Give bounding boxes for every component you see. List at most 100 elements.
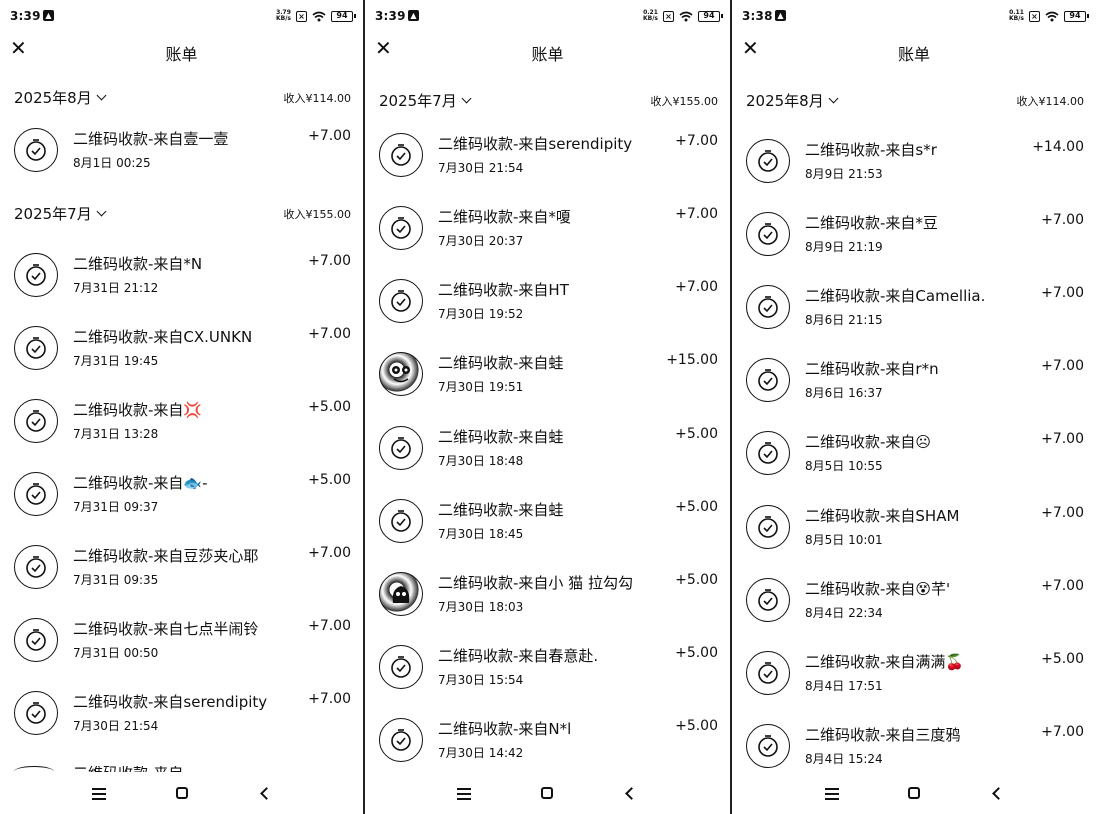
month-selector[interactable]: 2025年7月 (379, 90, 472, 111)
transaction-date: 7月31日 09:37 (73, 500, 159, 514)
qr-payment-icon (758, 369, 778, 391)
month-selector[interactable]: 2025年8月 (14, 87, 107, 108)
network-speed: 0.21 KB/s (643, 9, 658, 22)
qr-payment-icon (758, 516, 778, 538)
avatar (746, 285, 790, 329)
transaction-row[interactable]: 二维码收款-来自💢 7月31日 13:28 +5.00 (0, 399, 363, 459)
notification-icon: ▲ (43, 10, 54, 21)
transaction-amount: +7.00 (308, 545, 351, 561)
month-income: 收入¥114.00 (283, 92, 352, 105)
month-selector[interactable]: 2025年7月 (14, 203, 107, 224)
month-income: 收入¥114.00 (1016, 95, 1085, 108)
transaction-row[interactable]: 二维码收款-来自serendipity 7月30日 21:54 +7.00 (0, 691, 363, 751)
transaction-row[interactable]: 二维码收款-来自蛙 7月30日 18:45 +5.00 (365, 499, 730, 559)
transaction-date: 7月30日 14:42 (438, 746, 524, 760)
transaction-row[interactable]: 二维码收款-来自壹一壹 8月1日 00:25 +7.00 (0, 128, 363, 188)
sim-off-icon: × (1029, 10, 1040, 22)
transaction-row[interactable]: 二维码收款-来自*豆 8月9日 21:19 +7.00 (732, 212, 1096, 272)
qr-payment-icon (26, 410, 46, 432)
transaction-amount: +5.00 (675, 645, 718, 661)
chevron-down-icon (96, 90, 107, 101)
transaction-date: 8月9日 21:19 (805, 240, 883, 254)
transaction-row[interactable]: 二维码收款-来自七点半闹铃 7月31日 00:50 +7.00 (0, 618, 363, 678)
transaction-name: 二维码收款-来自N*l (438, 720, 572, 738)
transaction-name: 二维码收款-来自*豆 (805, 214, 938, 232)
status-time: 3:39 (10, 9, 41, 23)
home-icon[interactable] (176, 787, 188, 799)
transaction-date: 8月5日 10:01 (805, 533, 883, 547)
transaction-row[interactable]: 二维码收款-来自Camellia. 8月6日 21:15 +7.00 (732, 285, 1096, 345)
transaction-row[interactable]: 二维码收款-来自HT 7月30日 19:52 +7.00 (365, 279, 730, 339)
page-title: 账单 (897, 45, 930, 64)
transaction-name: 二维码收款-来自蛙 (438, 428, 564, 446)
status-time: 3:38 (742, 9, 773, 23)
transaction-row[interactable]: 二维码收款-来自SHAM 8月5日 10:01 +7.00 (732, 505, 1096, 565)
transaction-amount: +14.00 (1032, 139, 1084, 155)
status-icons: 0.11 KB/s × 94 (1009, 8, 1089, 24)
avatar (379, 426, 423, 470)
transaction-amount: +5.00 (308, 399, 351, 415)
transaction-name: 二维码收款-来自Camellia. (805, 287, 986, 305)
transaction-row[interactable]: 二维码收款-来自N*l 7月30日 14:42 +5.00 (365, 718, 730, 778)
transaction-date: 7月30日 21:54 (73, 719, 159, 733)
transaction-row[interactable]: 二维码收款-来自☹ 8月5日 10:55 +7.00 (732, 431, 1096, 491)
wifi-icon (1045, 11, 1059, 21)
battery-icon: 94 (1064, 10, 1089, 22)
transaction-date: 7月30日 18:48 (438, 454, 524, 468)
transaction-row[interactable]: 二维码收款-来自*嗄 7月30日 20:37 +7.00 (365, 206, 730, 266)
transaction-row[interactable]: 二维码收款-来自*N 7月31日 21:12 +7.00 (0, 253, 363, 313)
transaction-name: 二维码收款-来自☹ (805, 433, 932, 451)
transaction-row[interactable]: 二维码收款-来自满满🍒 8月4日 17:51 +5.00 (732, 651, 1096, 711)
network-speed: 0.11 KB/s (1009, 9, 1024, 22)
transaction-date: 7月31日 21:12 (73, 281, 159, 295)
transaction-date: 8月6日 16:37 (805, 386, 883, 400)
qr-payment-icon (758, 662, 778, 684)
transaction-row[interactable]: 二维码收款-来自😵芊' 8月4日 22:34 +7.00 (732, 578, 1096, 638)
page-title: 账单 (165, 45, 198, 64)
back-icon[interactable] (625, 787, 638, 800)
transaction-row[interactable]: 二维码收款-来自蛙 7月30日 18:48 +5.00 (365, 426, 730, 486)
home-icon[interactable] (908, 787, 920, 799)
home-icon[interactable] (541, 787, 553, 799)
transaction-row[interactable]: 二维码收款-来自serendipity 7月30日 21:54 +7.00 (365, 133, 730, 193)
network-speed: 3.79 KB/s (276, 9, 291, 22)
transaction-date: 8月4日 17:51 (805, 679, 883, 693)
transaction-amount: +7.00 (675, 279, 718, 295)
menu-icon[interactable] (457, 788, 471, 800)
transaction-date: 8月6日 21:15 (805, 313, 883, 327)
month-selector[interactable]: 2025年8月 (746, 90, 839, 111)
transaction-row[interactable]: 二维码收款-来自春意赴. 7月30日 15:54 +5.00 (365, 645, 730, 705)
qr-payment-icon (758, 296, 778, 318)
transaction-name: 二维码收款-来自😵芊' (805, 580, 951, 598)
transaction-row[interactable]: 二维码收款-来自三度鸦 8月4日 15:24 +7.00 (732, 724, 1096, 784)
qr-payment-icon (758, 150, 778, 172)
back-icon[interactable] (992, 787, 1005, 800)
menu-icon[interactable] (92, 788, 106, 800)
transaction-row[interactable]: 二维码收款-来自s*r 8月9日 21:53 +14.00 (732, 139, 1096, 199)
transaction-row[interactable]: 二维码收款-来自CX.UNKN 7月31日 19:45 +7.00 (0, 326, 363, 386)
transaction-date: 8月1日 00:25 (73, 156, 151, 170)
transaction-row[interactable]: 二维码收款-来自🐟- 7月31日 09:37 +5.00 (0, 472, 363, 532)
transaction-row[interactable]: 二维码收款-来自蛙 7月30日 19:51 +15.00 (365, 352, 730, 412)
qr-payment-icon (26, 264, 46, 286)
avatar-photo (379, 352, 423, 396)
chevron-down-icon (96, 206, 107, 217)
transaction-name: 二维码收款-来自serendipity (73, 693, 268, 711)
transaction-name: 二维码收款-来自三度鸦 (805, 726, 961, 744)
transaction-row[interactable]: 二维码收款-来自r*n 8月6日 16:37 +7.00 (732, 358, 1096, 418)
status-icons: 0.21 KB/s × 94 (643, 8, 723, 24)
transaction-name: 二维码收款-来自小 猫 拉勾勾 (438, 574, 633, 592)
transaction-date: 7月30日 19:52 (438, 307, 524, 321)
qr-payment-icon (758, 223, 778, 245)
qr-payment-icon (26, 556, 46, 578)
qr-payment-icon (391, 217, 411, 239)
transaction-date: 8月4日 15:24 (805, 752, 883, 766)
transaction-amount: +15.00 (666, 352, 718, 368)
transaction-row[interactable]: 二维码收款-来自豆莎夹心耶 7月31日 09:35 +7.00 (0, 545, 363, 605)
transaction-name: 二维码收款-来自CX.UNKN (73, 328, 253, 346)
back-icon[interactable] (260, 787, 273, 800)
menu-icon[interactable] (825, 788, 839, 800)
transaction-date: 7月31日 13:28 (73, 427, 159, 441)
transaction-row[interactable]: 二维码收款-来自小 猫 拉勾勾 7月30日 18:03 +5.00 (365, 572, 730, 632)
qr-payment-icon (26, 483, 46, 505)
